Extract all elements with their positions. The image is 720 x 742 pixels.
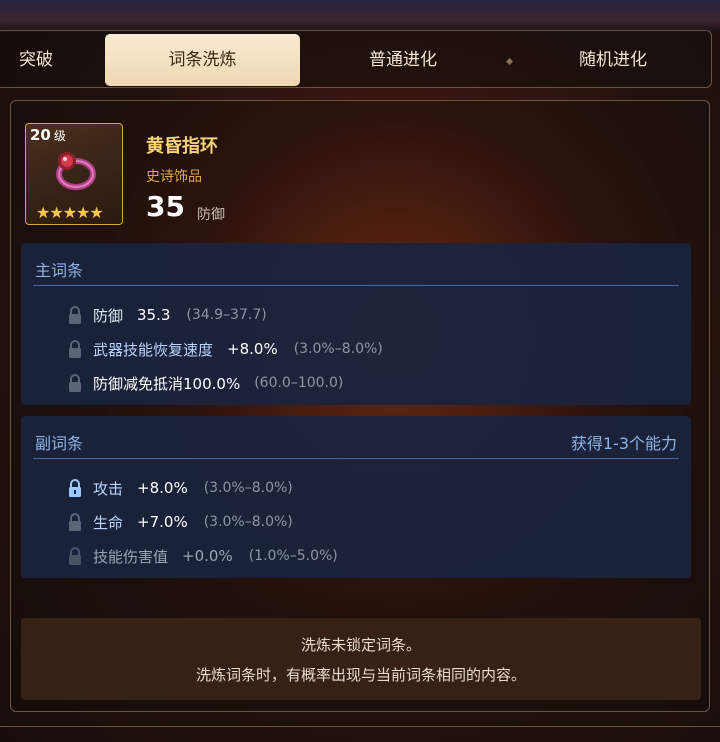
lock-open-icon[interactable] (67, 305, 83, 325)
affix-value: +0.0% (182, 547, 233, 565)
notice-line-1: 洗炼未锁定词条。 (300, 636, 421, 654)
affix-name: 防御减免抵消100.0% (93, 374, 241, 393)
affix-value: 35.3 (137, 306, 171, 324)
sub-affix-row: 生命 +7.0% (3.0%–8.0%) (67, 510, 293, 534)
affix-name: 防御 (93, 306, 124, 325)
main-affix-panel: 主词条 防御 35.3 (34.9–37.7) 武器技能恢复速度 +8.0% (… (21, 243, 691, 405)
lock-open-icon[interactable] (67, 373, 83, 393)
affix-name: 生命 (93, 513, 124, 532)
item-name: 黄昏指环 (146, 136, 218, 157)
lock-closed-icon[interactable] (67, 478, 83, 498)
tab-breakthrough[interactable]: 突破 (0, 34, 75, 86)
lock-open-icon[interactable] (67, 546, 83, 566)
affix-value: +8.0% (227, 340, 278, 358)
top-banner (0, 0, 720, 32)
affix-name: 攻击 (93, 479, 124, 498)
affix-value: +8.0% (137, 479, 188, 497)
affix-value: +7.0% (137, 513, 188, 531)
item-stat-value: 35 (146, 190, 185, 223)
sub-affix-row: 攻击 +8.0% (3.0%–8.0%) (67, 476, 293, 500)
affix-range: (3.0%–8.0%) (293, 341, 383, 357)
affix-range: (60.0–100.0) (254, 375, 344, 391)
lock-open-icon[interactable] (67, 339, 83, 359)
sub-affix-count-label: 获得1-3个能力 (570, 434, 677, 453)
main-affix-row: 防御 35.3 (34.9–37.7) (67, 303, 267, 327)
sub-affix-title: 副词条 (35, 434, 84, 453)
affix-range: (1.0%–5.0%) (248, 548, 338, 564)
tab-affix-refine[interactable]: 词条洗炼 (105, 34, 300, 86)
tab-separator (505, 57, 514, 66)
affix-name: 武器技能恢复速度 (93, 340, 214, 359)
affix-range: (3.0%–8.0%) (203, 480, 293, 496)
item-rarity: 史诗饰品 (146, 169, 202, 185)
divider (33, 285, 679, 286)
tab-normal-evolution[interactable]: 普通进化 (313, 34, 493, 86)
main-affix-row: 武器技能恢复速度 +8.0% (3.0%–8.0%) (67, 337, 383, 361)
sub-affix-row: 技能伤害值 +0.0% (1.0%–5.0%) (67, 544, 338, 568)
main-affix-title: 主词条 (35, 261, 84, 280)
item-stat-label: 防御 (197, 207, 225, 223)
affix-range: (3.0%–8.0%) (203, 514, 293, 530)
divider (33, 458, 679, 459)
tab-random-evolution[interactable]: 随机进化 (523, 34, 703, 86)
item-icon-slot[interactable]: 20 级 ★★★★★ (25, 123, 123, 225)
sub-affix-panel: 副词条 获得1-3个能力 攻击 +8.0% (3.0%–8.0%) 生命 +7.… (21, 416, 691, 578)
rarity-stars: ★★★★★ (36, 203, 104, 222)
tab-bar: 突破 词条洗炼 普通进化 随机进化 (0, 30, 712, 88)
affix-name: 技能伤害值 (93, 547, 169, 566)
lock-open-icon[interactable] (67, 512, 83, 532)
bottom-divider (0, 726, 720, 727)
item-level: 20 级 (30, 126, 66, 144)
notice-line-2: 洗炼词条时，有概率出现与当前词条相同的内容。 (195, 666, 526, 684)
refine-notice: 洗炼未锁定词条。 洗炼词条时，有概率出现与当前词条相同的内容。 (21, 618, 701, 700)
main-affix-row: 防御减免抵消100.0% (60.0–100.0) (67, 371, 343, 395)
affix-range: (34.9–37.7) (186, 307, 267, 323)
ring-icon (56, 152, 96, 190)
